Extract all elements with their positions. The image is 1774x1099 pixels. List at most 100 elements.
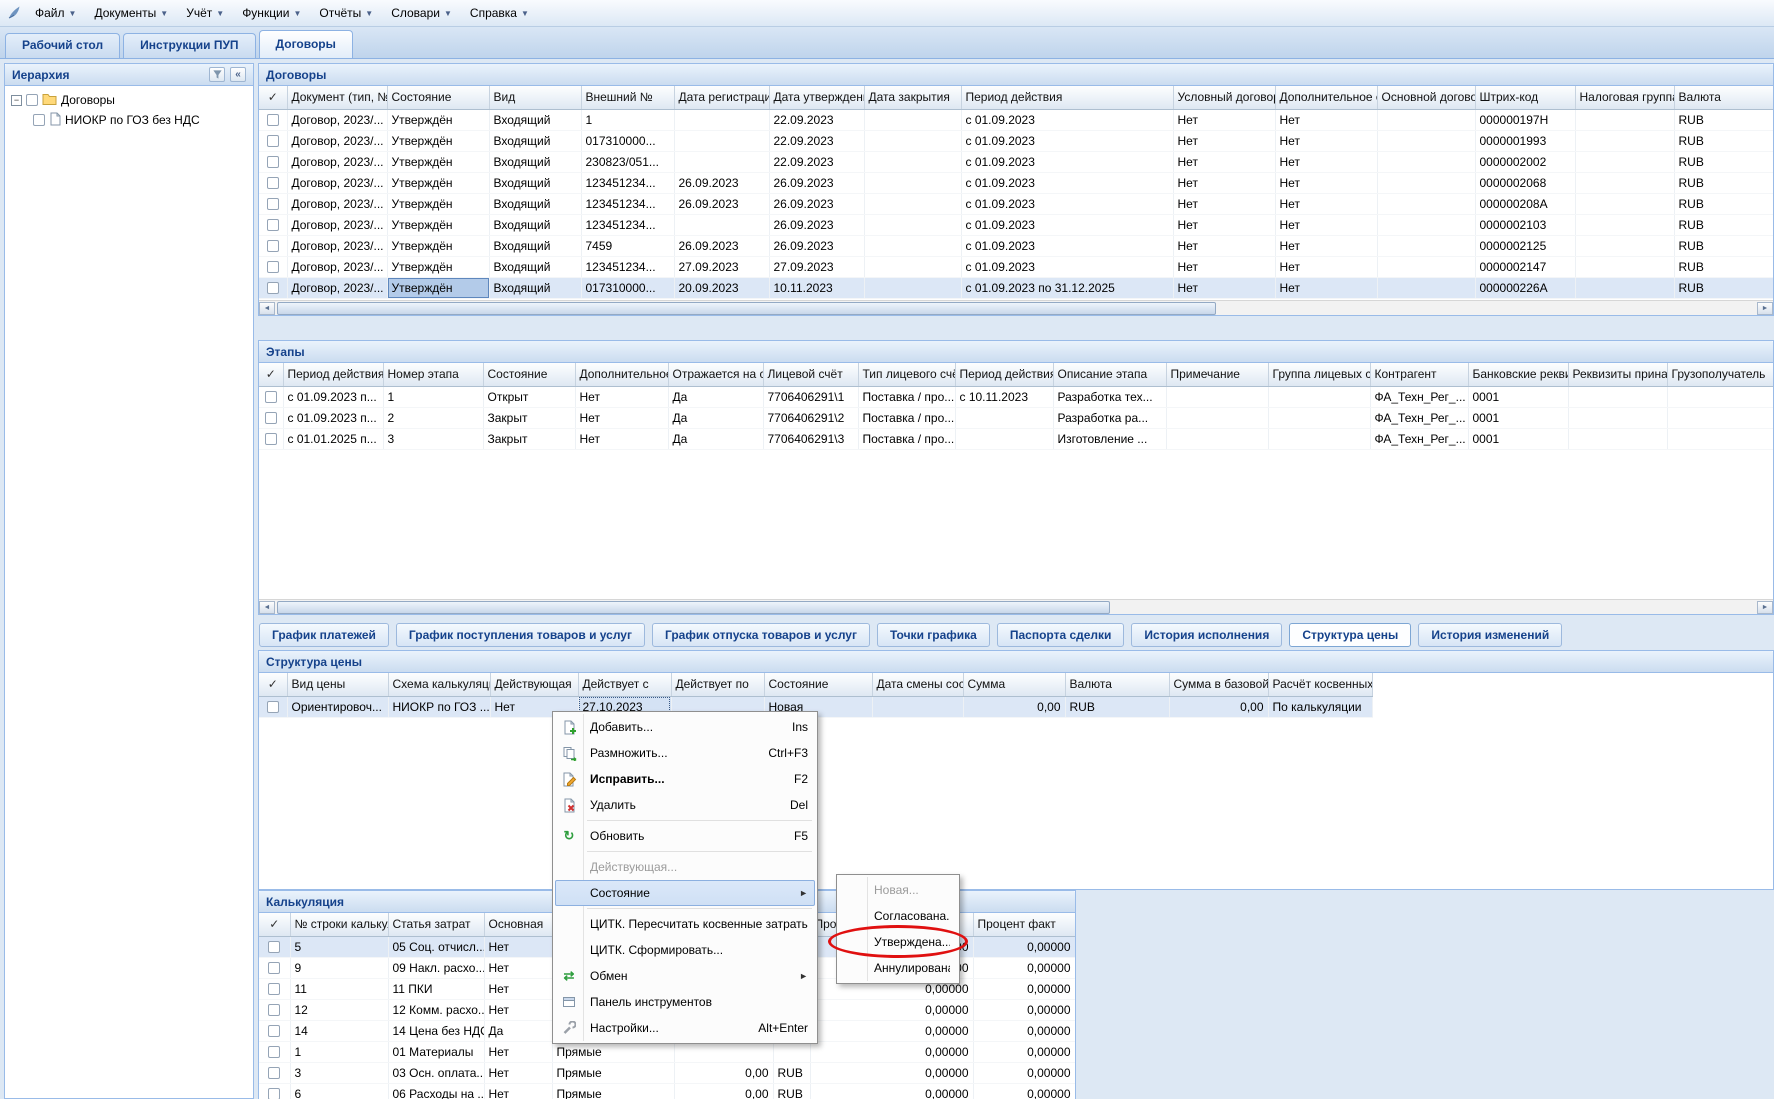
column-header[interactable]: Банковские рекви — [1468, 363, 1568, 386]
collapse-expander-icon[interactable]: − — [11, 95, 22, 106]
row-checkbox[interactable] — [267, 114, 279, 126]
menu-item-delete[interactable]: Удалить Del — [555, 792, 815, 818]
horizontal-scrollbar[interactable]: ◄ ► — [259, 300, 1773, 315]
column-header[interactable]: Действует по — [671, 673, 764, 696]
column-header[interactable]: № строки калькул — [290, 913, 388, 936]
horizontal-scrollbar[interactable]: ◄ ► — [259, 599, 1773, 614]
row-checkbox[interactable] — [267, 156, 279, 168]
tab-desktop[interactable]: Рабочий стол — [5, 33, 120, 58]
column-header[interactable]: ✓ — [259, 673, 287, 696]
column-header[interactable]: ✓ — [259, 86, 287, 109]
row-checkbox[interactable] — [268, 1067, 280, 1079]
table-row[interactable]: Договор, 2023/...УтверждёнВходящий122.09… — [259, 109, 1773, 130]
row-checkbox[interactable] — [268, 983, 280, 995]
table-row[interactable]: Договор, 2023/...УтверждёнВходящий123451… — [259, 193, 1773, 214]
column-header[interactable]: Состояние — [483, 363, 575, 386]
column-header[interactable]: Лицевой счёт — [763, 363, 858, 386]
row-checkbox[interactable] — [267, 240, 279, 252]
menubar-item-file[interactable]: Файл▼ — [26, 2, 85, 24]
menubar-item-dictionaries[interactable]: Словари▼ — [382, 2, 461, 24]
scroll-right-arrow-icon[interactable]: ► — [1757, 302, 1773, 315]
scrollbar-thumb[interactable] — [277, 302, 1216, 315]
subtab-execution-history[interactable]: История исполнения — [1131, 623, 1282, 647]
tree-node-niokr[interactable]: НИОКР по ГОЗ без НДС — [7, 110, 251, 130]
row-checkbox[interactable] — [268, 1088, 280, 1099]
subtab-goods-issue-schedule[interactable]: График отпуска товаров и услуг — [652, 623, 870, 647]
subtab-deal-passports[interactable]: Паспорта сделки — [997, 623, 1125, 647]
row-checkbox[interactable] — [267, 701, 279, 713]
table-row[interactable]: Договор, 2023/...УтверждёнВходящий017310… — [259, 130, 1773, 151]
submenu-item-agreed[interactable]: Согласована... — [839, 903, 957, 929]
column-header[interactable]: Состояние — [387, 86, 489, 109]
column-header[interactable]: Дата утверждения — [769, 86, 864, 109]
row-checkbox[interactable] — [265, 433, 277, 445]
column-header[interactable]: Отражается на су — [668, 363, 763, 386]
row-checkbox[interactable] — [265, 412, 277, 424]
table-row[interactable]: Договор, 2023/...УтверждёнВходящий123451… — [259, 172, 1773, 193]
column-header[interactable]: Состояние — [764, 673, 872, 696]
column-header[interactable]: Валюта — [1674, 86, 1773, 109]
column-header[interactable]: Действует с — [578, 673, 671, 696]
menu-item-state[interactable]: Состояние ► — [555, 880, 815, 906]
column-header[interactable]: Дата регистрации — [674, 86, 769, 109]
menu-item-refresh[interactable]: ↻ Обновить F5 — [555, 823, 815, 849]
menu-item-edit[interactable]: Исправить... F2 — [555, 766, 815, 792]
column-header[interactable]: Налоговая группа — [1575, 86, 1674, 109]
table-row[interactable]: с 01.09.2023 п...1ОткрытНетДа7706406291\… — [259, 386, 1773, 407]
column-header[interactable]: Период действия.. — [283, 363, 383, 386]
column-header[interactable]: ✓ — [259, 913, 290, 936]
row-checkbox[interactable] — [267, 198, 279, 210]
column-header[interactable]: Статья затрат — [388, 913, 484, 936]
menu-item-add[interactable]: Добавить... Ins — [555, 714, 815, 740]
menubar-item-accounting[interactable]: Учёт▼ — [177, 2, 233, 24]
column-header[interactable]: Штрих-код — [1475, 86, 1575, 109]
row-checkbox[interactable] — [267, 261, 279, 273]
scroll-right-arrow-icon[interactable]: ► — [1757, 601, 1773, 614]
filter-icon[interactable] — [209, 67, 225, 82]
column-header[interactable]: Дата смены состо — [872, 673, 963, 696]
menu-item-toolbar[interactable]: Панель инструментов — [555, 989, 815, 1015]
table-row[interactable]: 101 МатериалыНетПрямые0,000000,00000 — [259, 1041, 1075, 1062]
menu-item-citk-recalculate[interactable]: ЦИТК. Пересчитать косвенные затраты... — [555, 911, 815, 937]
table-row[interactable]: 606 Расходы на ...НетПрямые0,00RUB0,0000… — [259, 1083, 1075, 1099]
tab-contracts[interactable]: Договоры — [259, 30, 353, 58]
column-header[interactable]: Период действия э — [955, 363, 1053, 386]
column-header[interactable]: Дополнительное с — [575, 363, 668, 386]
tree-checkbox[interactable] — [33, 114, 45, 126]
table-row[interactable]: Договор, 2023/...УтверждёнВходящий017310… — [259, 277, 1773, 298]
column-header[interactable]: Валюта — [1065, 673, 1169, 696]
menubar-item-reports[interactable]: Отчёты▼ — [310, 2, 382, 24]
column-header[interactable]: Период действия — [961, 86, 1173, 109]
table-row[interactable]: Договор, 2023/...УтверждёнВходящий123451… — [259, 256, 1773, 277]
menu-item-citk-generate[interactable]: ЦИТК. Сформировать... — [555, 937, 815, 963]
scroll-left-arrow-icon[interactable]: ◄ — [259, 601, 275, 614]
column-header[interactable]: Грузополучатель — [1667, 363, 1773, 386]
column-header[interactable]: Тип лицевого счёт — [858, 363, 955, 386]
row-checkbox[interactable] — [268, 962, 280, 974]
row-checkbox[interactable] — [268, 1025, 280, 1037]
column-header[interactable]: Вид цены — [287, 673, 388, 696]
scroll-left-arrow-icon[interactable]: ◄ — [259, 302, 275, 315]
row-checkbox[interactable] — [268, 1046, 280, 1058]
row-checkbox[interactable] — [267, 282, 279, 294]
column-header[interactable]: Действующая — [490, 673, 578, 696]
column-header[interactable]: Расчёт косвенных — [1268, 673, 1372, 696]
table-row[interactable]: 303 Осн. оплата...НетПрямые0,00RUB0,0000… — [259, 1062, 1075, 1083]
column-header[interactable]: Дата закрытия — [864, 86, 961, 109]
column-header[interactable]: Реквизиты принад — [1568, 363, 1667, 386]
row-checkbox[interactable] — [268, 1004, 280, 1016]
row-checkbox[interactable] — [268, 941, 280, 953]
table-row[interactable]: Договор, 2023/...УтверждёнВходящий230823… — [259, 151, 1773, 172]
column-header[interactable]: Контрагент — [1370, 363, 1468, 386]
row-checkbox[interactable] — [267, 135, 279, 147]
column-header[interactable]: Условный договор — [1173, 86, 1275, 109]
column-header[interactable]: Примечание — [1166, 363, 1268, 386]
table-row[interactable]: с 01.01.2025 п...3ЗакрытНетДа7706406291\… — [259, 428, 1773, 449]
table-row[interactable]: с 01.09.2023 п...2ЗакрытНетДа7706406291\… — [259, 407, 1773, 428]
column-header[interactable]: Группа лицевых сч — [1268, 363, 1370, 386]
menubar-item-help[interactable]: Справка▼ — [461, 2, 538, 24]
menubar-item-functions[interactable]: Функции▼ — [233, 2, 310, 24]
column-header[interactable]: Основной договор — [1377, 86, 1475, 109]
tree-node-contracts[interactable]: − Договоры — [7, 90, 251, 110]
row-checkbox[interactable] — [267, 177, 279, 189]
